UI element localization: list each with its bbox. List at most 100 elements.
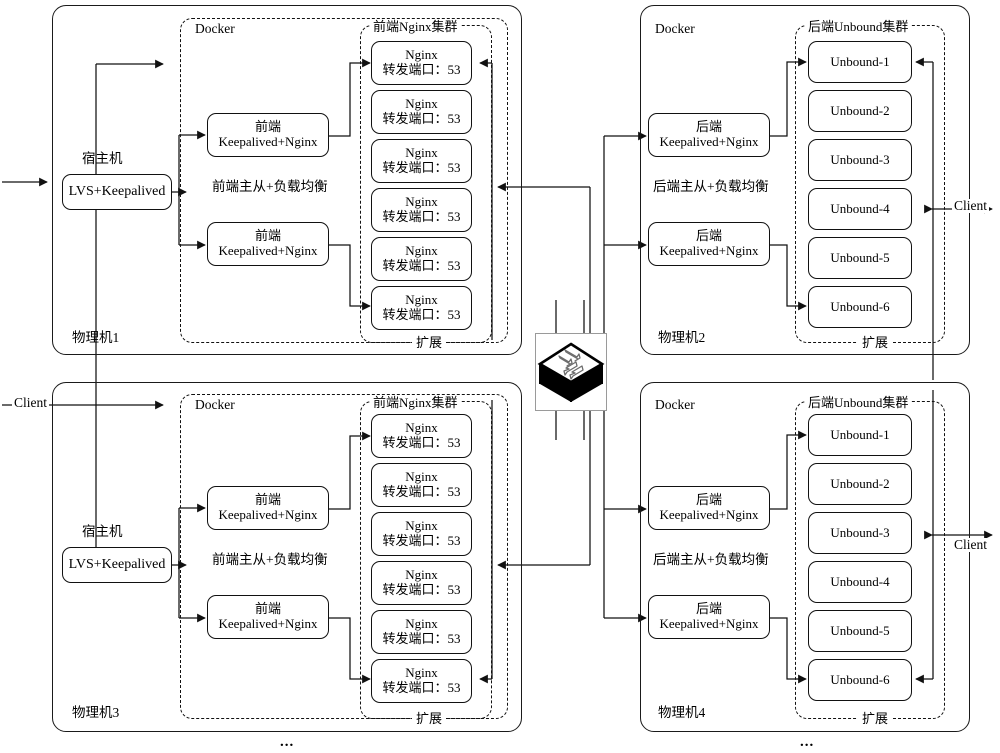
nginx-line1: Nginx (405, 567, 438, 583)
unbound-label: Unbound-2 (830, 475, 890, 491)
backend-keepalived-nginx-pm2-b[interactable]: 后端 Keepalived+Nginx (648, 222, 770, 266)
nginx-line1: Nginx (405, 145, 438, 161)
unbound-node-pm4-1[interactable]: Unbound-1 (808, 414, 912, 456)
frontend-keepalived-nginx-pm1-b[interactable]: 前端 Keepalived+Nginx (207, 222, 329, 266)
nginx-line1: Nginx (405, 665, 438, 681)
architecture-diagram: 物理机1 Docker 宿主机 LVS+Keepalived 前端 Keepal… (0, 0, 1000, 753)
unbound-node-pm2-1[interactable]: Unbound-1 (808, 41, 912, 83)
frontend-ka-line1: 前端 (254, 601, 281, 617)
backend-ka-line2: Keepalived+Nginx (659, 616, 759, 631)
unbound-node-pm4-6[interactable]: Unbound-6 (808, 659, 912, 701)
host-label-pm3: 宿主机 (82, 524, 123, 539)
nginx-node-pm1-6[interactable]: Nginx 转发端口：53 (371, 286, 472, 330)
nginx-line2: 转发端口：53 (382, 680, 461, 695)
client-label-right-bottom: Client (952, 537, 989, 552)
backend-keepalived-nginx-pm4-b[interactable]: 后端 Keepalived+Nginx (648, 595, 770, 639)
unbound-node-pm2-3[interactable]: Unbound-3 (808, 139, 912, 181)
frontend-keepalived-nginx-pm1-a[interactable]: 前端 Keepalived+Nginx (207, 113, 329, 157)
backend-cluster-title-pm2: 后端Unbound集群 (805, 20, 912, 33)
expand-label-pm3: 扩展 (412, 712, 447, 725)
unbound-node-pm4-3[interactable]: Unbound-3 (808, 512, 912, 554)
frontend-balance-label-pm1: 前端主从+负载均衡 (212, 179, 328, 194)
nginx-node-pm1-4[interactable]: Nginx 转发端口：53 (371, 188, 472, 232)
nginx-node-pm1-1[interactable]: Nginx 转发端口：53 (371, 41, 472, 85)
frontend-ka-line2: Keepalived+Nginx (218, 507, 318, 522)
docker-pm2-label: Docker (652, 22, 698, 36)
backend-ka-line1: 后端 (695, 119, 722, 135)
unbound-label: Unbound-4 (830, 573, 890, 589)
frontend-ka-line2: Keepalived+Nginx (218, 616, 318, 631)
unbound-node-pm2-5[interactable]: Unbound-5 (808, 237, 912, 279)
frontend-ka-line1: 前端 (254, 119, 281, 135)
frontend-keepalived-nginx-pm3-a[interactable]: 前端 Keepalived+Nginx (207, 486, 329, 530)
nginx-line1: Nginx (405, 96, 438, 112)
frontend-ka-line1: 前端 (254, 228, 281, 244)
nginx-line1: Nginx (405, 420, 438, 436)
frontend-cluster-title-pm3: 前端Nginx集群 (370, 396, 461, 409)
backend-ka-line1: 后端 (695, 228, 722, 244)
unbound-label: Unbound-3 (830, 524, 890, 540)
nginx-line1: Nginx (405, 47, 438, 63)
expand-label-pm1: 扩展 (412, 336, 447, 349)
lvs-label: LVS+Keepalived (68, 184, 166, 200)
docker-pm1-label: Docker (192, 22, 238, 36)
backend-ka-line1: 后端 (695, 601, 722, 617)
unbound-node-pm4-2[interactable]: Unbound-2 (808, 463, 912, 505)
lvs-keepalived-pm1[interactable]: LVS+Keepalived (62, 174, 172, 210)
unbound-node-pm2-6[interactable]: Unbound-6 (808, 286, 912, 328)
unbound-label: Unbound-5 (830, 622, 890, 638)
nginx-line2: 转发端口：53 (382, 631, 461, 646)
nginx-node-pm3-3[interactable]: Nginx 转发端口：53 (371, 512, 472, 556)
unbound-node-pm4-5[interactable]: Unbound-5 (808, 610, 912, 652)
unbound-label: Unbound-2 (830, 102, 890, 118)
expand-label-pm4: 扩展 (858, 712, 893, 725)
nginx-line2: 转发端口：53 (382, 258, 461, 273)
nginx-node-pm1-5[interactable]: Nginx 转发端口：53 (371, 237, 472, 281)
unbound-node-pm2-4[interactable]: Unbound-4 (808, 188, 912, 230)
nginx-line2: 转发端口：53 (382, 111, 461, 126)
backend-ka-line2: Keepalived+Nginx (659, 134, 759, 149)
frontend-keepalived-nginx-pm3-b[interactable]: 前端 Keepalived+Nginx (207, 595, 329, 639)
backend-keepalived-nginx-pm2-a[interactable]: 后端 Keepalived+Nginx (648, 113, 770, 157)
ellipsis-left: ... (280, 734, 295, 750)
frontend-cluster-title-pm1: 前端Nginx集群 (370, 20, 461, 33)
nginx-node-pm3-1[interactable]: Nginx 转发端口：53 (371, 414, 472, 458)
nginx-line1: Nginx (405, 292, 438, 308)
lvs-label: LVS+Keepalived (68, 557, 166, 573)
frontend-ka-line2: Keepalived+Nginx (218, 134, 318, 149)
nginx-node-pm3-4[interactable]: Nginx 转发端口：53 (371, 561, 472, 605)
nginx-line2: 转发端口：53 (382, 484, 461, 499)
backend-ka-line2: Keepalived+Nginx (659, 507, 759, 522)
nginx-node-pm1-2[interactable]: Nginx 转发端口：53 (371, 90, 472, 134)
nginx-node-pm3-6[interactable]: Nginx 转发端口：53 (371, 659, 472, 703)
nginx-line1: Nginx (405, 243, 438, 259)
nginx-line2: 转发端口：53 (382, 62, 461, 77)
unbound-node-pm2-2[interactable]: Unbound-2 (808, 90, 912, 132)
client-label-left-top: Client (12, 395, 49, 410)
machine-pm1-label: 物理机1 (72, 330, 120, 345)
lvs-keepalived-pm3[interactable]: LVS+Keepalived (62, 547, 172, 583)
frontend-ka-line1: 前端 (254, 492, 281, 508)
nginx-line2: 转发端口：53 (382, 209, 461, 224)
unbound-label: Unbound-4 (830, 200, 890, 216)
nginx-node-pm3-5[interactable]: Nginx 转发端口：53 (371, 610, 472, 654)
backend-cluster-title-pm4: 后端Unbound集群 (805, 396, 912, 409)
backend-keepalived-nginx-pm4-a[interactable]: 后端 Keepalived+Nginx (648, 486, 770, 530)
backend-balance-label-pm2: 后端主从+负载均衡 (653, 179, 769, 194)
nginx-node-pm1-3[interactable]: Nginx 转发端口：53 (371, 139, 472, 183)
unbound-label: Unbound-1 (830, 426, 890, 442)
nginx-line1: Nginx (405, 194, 438, 210)
expand-label-pm2: 扩展 (858, 336, 893, 349)
nginx-line1: Nginx (405, 518, 438, 534)
nginx-node-pm3-2[interactable]: Nginx 转发端口：53 (371, 463, 472, 507)
nginx-line2: 转发端口：53 (382, 160, 461, 175)
unbound-label: Unbound-6 (830, 298, 890, 314)
machine-pm3-label: 物理机3 (72, 705, 120, 720)
nginx-line1: Nginx (405, 469, 438, 485)
unbound-label: Unbound-5 (830, 249, 890, 265)
host-label-pm1: 宿主机 (82, 151, 123, 166)
unbound-label: Unbound-6 (830, 671, 890, 687)
client-label-right-top: Client (952, 198, 989, 213)
unbound-node-pm4-4[interactable]: Unbound-4 (808, 561, 912, 603)
machine-pm4-label: 物理机4 (658, 705, 706, 720)
